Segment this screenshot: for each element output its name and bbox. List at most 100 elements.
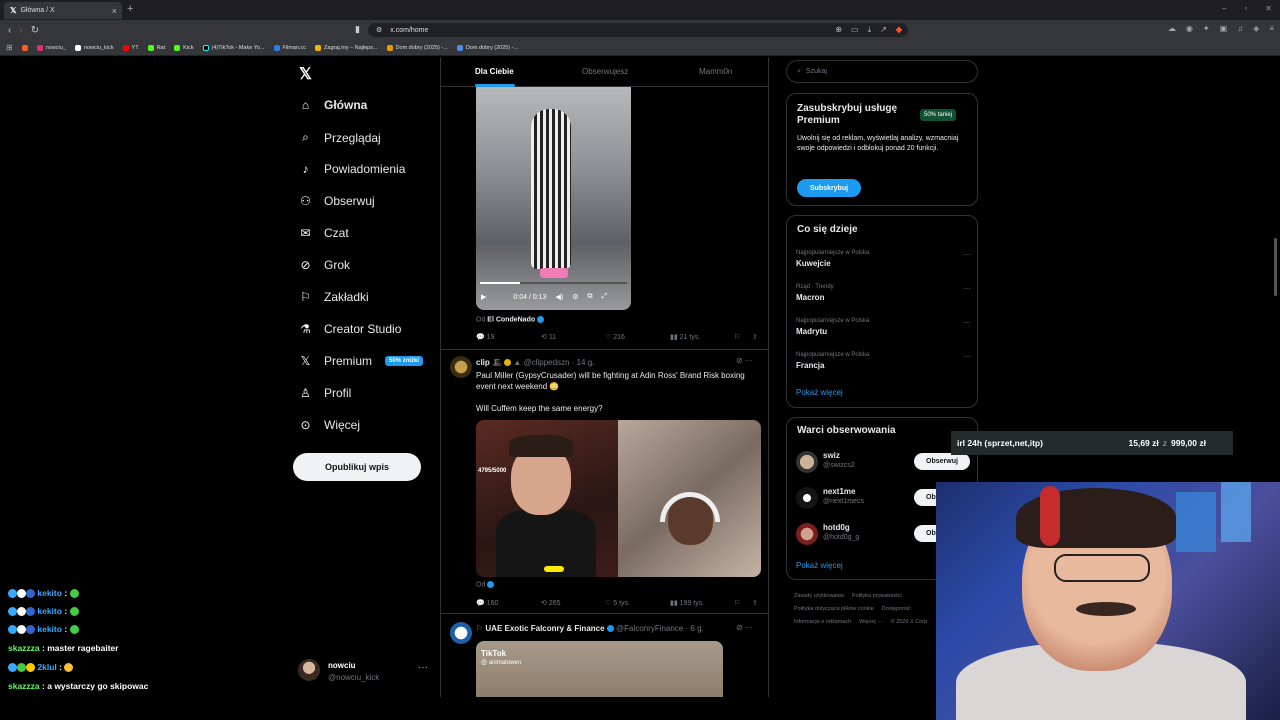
zoom-icon[interactable]: ⊕ (835, 25, 842, 35)
grok-icon[interactable]: ⊘ ··· (736, 623, 753, 632)
footer-link[interactable]: Informacje o reklamach (794, 619, 851, 625)
repost-button[interactable]: ⟲ 11 (541, 333, 556, 341)
nav-item-creator-studio[interactable]: ⚗ Creator Studio (298, 322, 401, 336)
nav-item-more[interactable]: ⊙ Więcej (298, 418, 360, 432)
views-button[interactable]: ▮▮ 21 tys. (670, 333, 700, 341)
show-more-link[interactable]: Pokaż więcej (796, 388, 843, 397)
footer-link[interactable]: Polityka dotycząca plików cookie (794, 606, 874, 612)
x-logo-icon[interactable]: 𝕏 (299, 64, 312, 84)
like-button[interactable]: ♡ 5 tys. (605, 599, 630, 607)
avatar[interactable] (450, 356, 472, 378)
trend-item[interactable]: Najpopularniejsze w Polska Francja ··· (796, 352, 971, 370)
nav-item-follow[interactable]: ⚇ Obserwuj (298, 194, 375, 208)
trend-item[interactable]: Rząd · Trendy Macron ··· (796, 284, 971, 302)
pip-icon[interactable]: ⧉ (587, 293, 592, 301)
maximize-icon[interactable]: ▫ (1244, 4, 1247, 13)
fullscreen-icon[interactable]: ⤢ (601, 293, 607, 301)
puzzle-icon[interactable]: ✦ (1203, 24, 1210, 33)
post-video[interactable]: TikTok @ animatowen (476, 641, 723, 697)
avatar[interactable] (450, 622, 472, 644)
tab-list[interactable]: Mamm0n (699, 67, 732, 76)
account-switcher[interactable]: nowciu @nowciu_kick ··· (298, 658, 432, 686)
menu-icon[interactable]: ≡ (1269, 24, 1274, 33)
more-icon[interactable]: ··· (418, 662, 428, 673)
cast-icon[interactable]: ▭ (851, 25, 859, 35)
bookmark-icon[interactable]: ⚐ (734, 599, 740, 607)
more-icon[interactable]: ··· (963, 284, 971, 293)
music-icon[interactable]: ♫ (1237, 24, 1243, 33)
trend-item[interactable]: Najpopularniejsze w Polska Madrytu ··· (796, 318, 971, 336)
bookmark-item[interactable]: Kick (174, 44, 194, 51)
reply-button[interactable]: 💬 19 (476, 333, 494, 341)
views-button[interactable]: ▮▮ 199 tys. (670, 599, 704, 607)
share-icon[interactable]: ⇪ (752, 333, 758, 341)
volume-icon[interactable]: ◀) (555, 293, 563, 301)
nav-item-chat[interactable]: ✉ Czat (298, 226, 348, 240)
scrollbar[interactable] (1273, 60, 1278, 300)
play-icon[interactable]: ▶ (481, 293, 486, 301)
author-name[interactable]: UAE Exotic Falconry & Finance (485, 624, 604, 633)
author-handle[interactable]: @clippedszn (524, 358, 570, 367)
download-icon[interactable]: ⤓ (868, 25, 872, 35)
reload-icon[interactable]: ↻ (31, 25, 39, 36)
author-name[interactable]: clip (476, 358, 490, 367)
bookmark-item[interactable] (21, 44, 28, 51)
apps-grid-icon[interactable]: ⊞ (6, 43, 13, 52)
bookmark-item[interactable]: Dom dobry (2025) -... (386, 44, 448, 51)
post-button[interactable]: Opublikuj wpis (293, 453, 421, 481)
extension-icon[interactable]: ☁ (1168, 24, 1176, 33)
reply-button[interactable]: 💬 160 (476, 599, 498, 607)
more-icon[interactable]: ··· (963, 250, 971, 259)
new-tab-icon[interactable]: + (127, 3, 133, 15)
bookmark-page-icon[interactable]: ▮ (355, 24, 360, 35)
more-icon[interactable]: ··· (963, 318, 971, 327)
tab-close-icon[interactable]: × (112, 6, 117, 16)
wallet-icon[interactable]: ◈ (1253, 24, 1259, 33)
sidebar-icon[interactable]: ▣ (1220, 24, 1228, 33)
url-bar[interactable]: ⚙ x.com/home ⊕ ▭ ⤓ ↗ ◆ (368, 23, 908, 37)
search-input[interactable]: ⌕ Szukaj (786, 60, 978, 83)
browser-tab[interactable]: 𝕏 Główna / X × (4, 2, 122, 19)
more-icon[interactable]: ··· (963, 352, 971, 361)
video-progress[interactable] (480, 282, 627, 284)
footer-link[interactable]: Zasady użytkowania (794, 593, 844, 599)
tab-for-you[interactable]: Dla Ciebie (475, 67, 514, 76)
tab-following[interactable]: Obserwujesz (582, 67, 628, 76)
show-more-link[interactable]: Pokaż więcej (796, 561, 843, 570)
bookmark-item[interactable]: Dom dobry (2025) -... (456, 44, 518, 51)
post-video[interactable]: ▶ 0:04 / 0:13 ◀) ⚙ ⧉ ⤢ (476, 87, 631, 310)
minimize-icon[interactable]: – (1222, 4, 1226, 13)
follow-suggestion[interactable]: swiz @swizcs2 Obserwuj (796, 449, 976, 475)
footer-link[interactable]: Polityka prywatności (852, 593, 902, 599)
like-button[interactable]: ♡ 216 (605, 333, 625, 341)
repost-button[interactable]: ⟲ 265 (541, 599, 561, 607)
forward-icon[interactable]: › (19, 25, 22, 36)
settings-icon[interactable]: ⚙ (572, 293, 578, 301)
nav-item-premium[interactable]: 𝕏 Premium 50% zniżki (298, 354, 424, 368)
bookmark-item[interactable]: nowciu_kick (74, 44, 114, 51)
bookmark-item[interactable]: Rat (147, 44, 165, 51)
back-icon[interactable]: ‹ (8, 25, 11, 36)
bookmark-item[interactable]: Filman.cc (273, 44, 306, 51)
bookmark-item[interactable]: Zagraj.my – Najleps... (315, 44, 378, 51)
nav-item-profile[interactable]: ♙ Profil (298, 386, 351, 400)
brave-shield-icon[interactable]: ◆ (896, 25, 902, 35)
nav-item-explore[interactable]: ⌕ Przeglądaj (298, 130, 381, 145)
grok-icon[interactable]: ⊘ ··· (736, 356, 753, 365)
nav-item-notifications[interactable]: ♪ Powiadomienia (298, 162, 406, 176)
share-icon[interactable]: ↗ (880, 25, 887, 35)
author-handle[interactable]: @FalconryFinance (616, 624, 683, 633)
nav-item-home[interactable]: ⌂ Główna (298, 98, 367, 112)
source-link[interactable]: El CondeNado (487, 316, 535, 323)
follow-button[interactable]: Obserwuj (914, 453, 970, 470)
bookmark-item[interactable]: (4)TikTok - Make Yo... (202, 44, 265, 51)
bookmark-item[interactable]: nowciu_ (36, 44, 66, 51)
share-icon[interactable]: ⇪ (752, 599, 758, 607)
bookmark-item[interactable]: YT (122, 44, 139, 51)
site-info-icon[interactable]: ⚙ (376, 26, 382, 34)
post-video[interactable]: 4795/5000 (476, 420, 761, 577)
nav-item-grok[interactable]: ⊘ Grok (298, 258, 350, 272)
footer-link[interactable]: Więcej ··· (859, 619, 883, 625)
close-window-icon[interactable]: ✕ (1265, 4, 1272, 13)
trend-item[interactable]: Najpopularniejsze w Polska Kuwejcie ··· (796, 250, 971, 268)
